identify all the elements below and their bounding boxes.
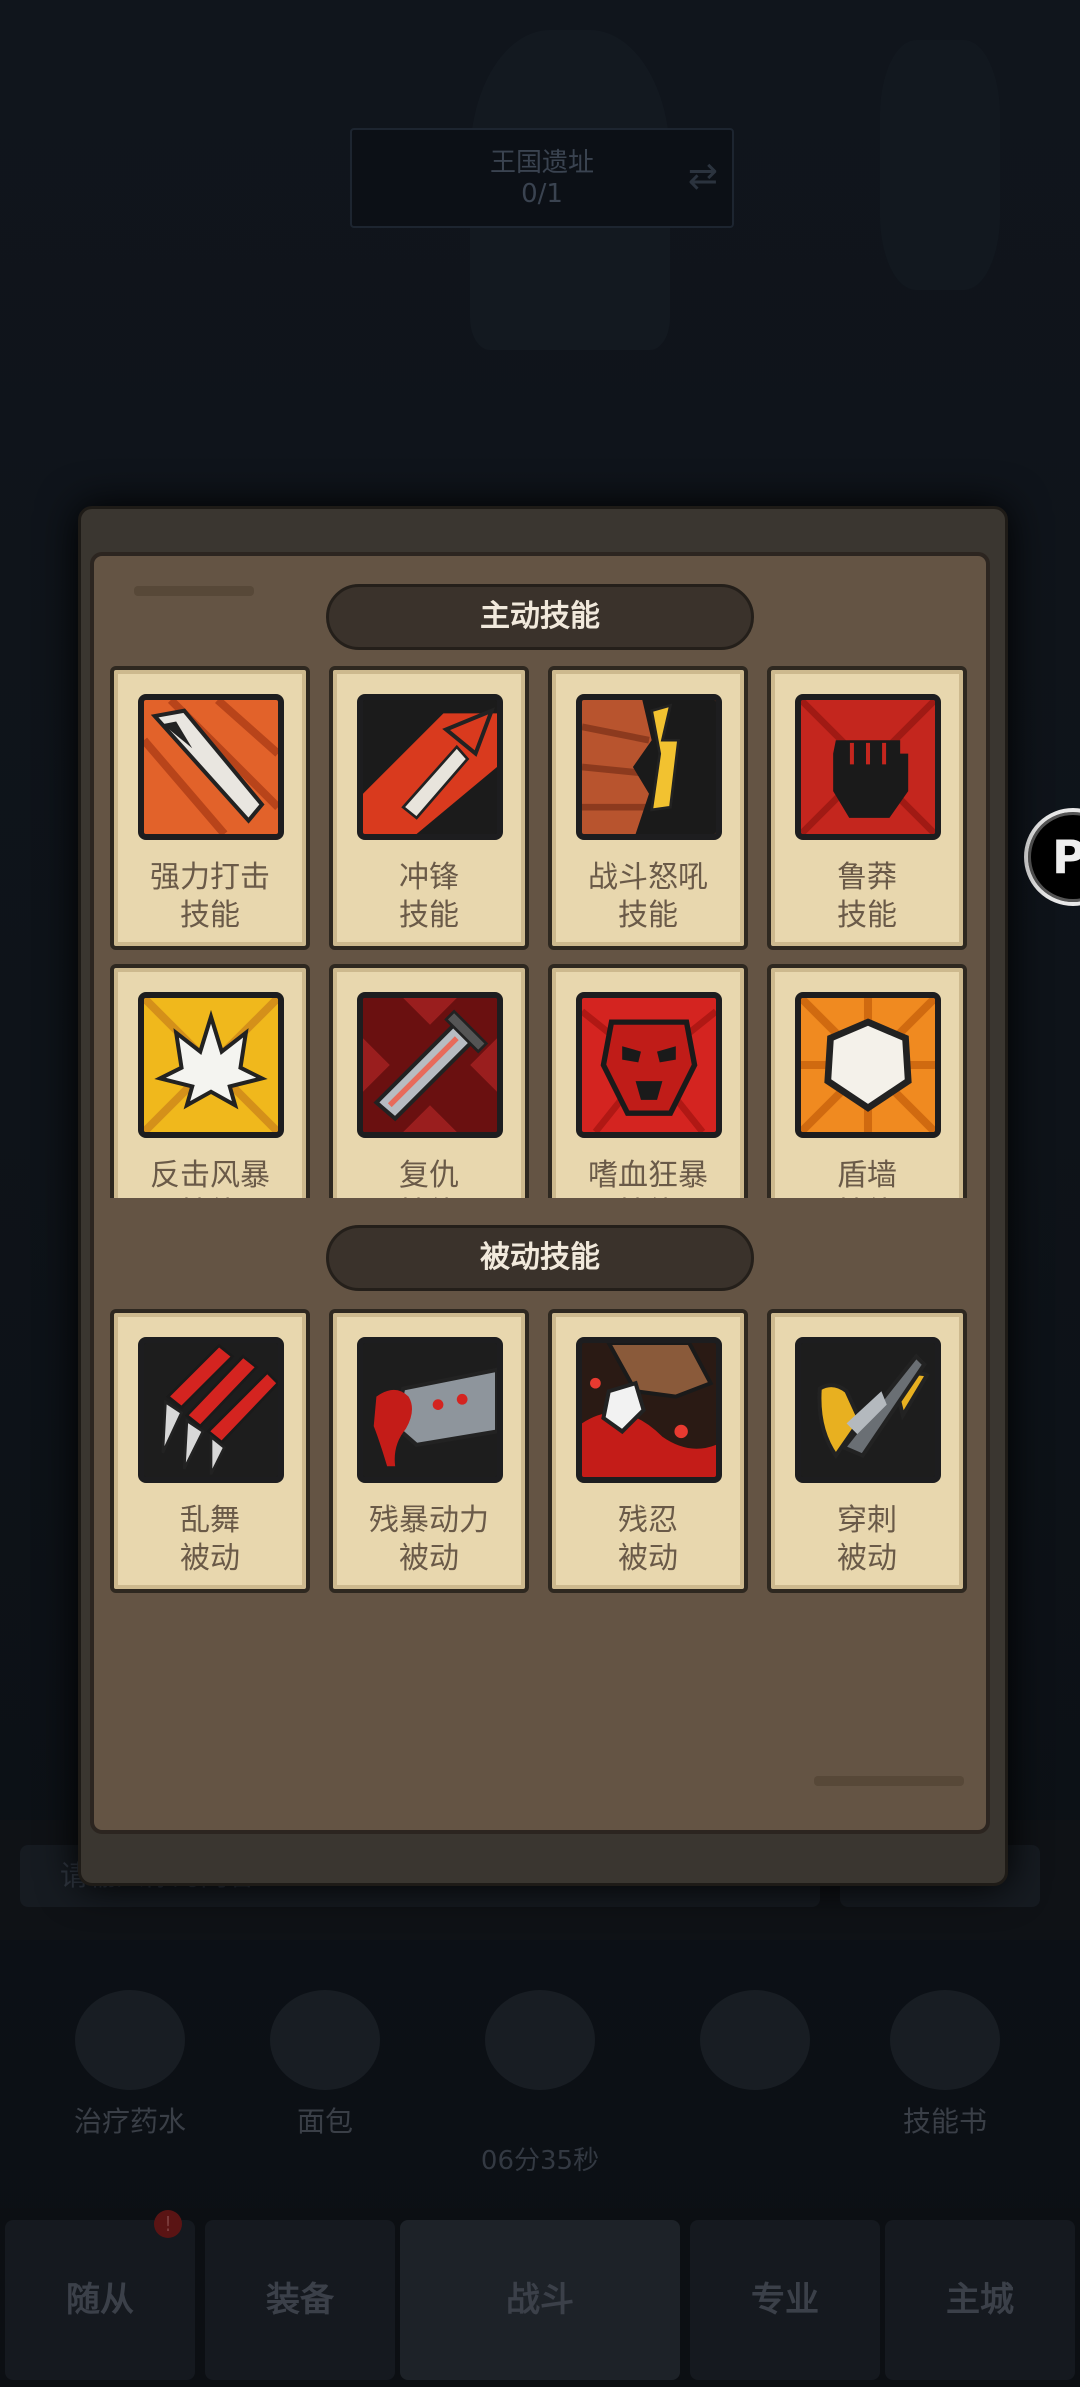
skill-type: 技能	[837, 898, 897, 933]
charge-arrow-icon	[363, 700, 497, 834]
skill-icon-frame	[576, 694, 722, 840]
chest-timer: 06分35秒	[480, 2146, 600, 2176]
nav-tab-followers: 随从	[5, 2220, 195, 2380]
counter-storm-icon	[144, 998, 278, 1132]
cruelty-bone-icon	[582, 1343, 716, 1477]
skill-type: 被动	[618, 1541, 678, 1576]
location-progress: 0/1	[521, 179, 563, 209]
skill-card-shield-wall[interactable]: 盾墙 技能	[767, 964, 967, 1198]
panel-scuff	[134, 586, 254, 596]
skill-icon-frame	[576, 992, 722, 1138]
notification-badge: !	[154, 2210, 182, 2238]
bread-icon	[270, 1990, 380, 2090]
skill-type: 被动	[399, 1541, 459, 1576]
nav-tab-battle: 战斗	[400, 2220, 680, 2380]
active-skills-header: 主动技能	[326, 584, 754, 650]
shield-wall-icon	[801, 998, 935, 1132]
passive-skills-header: 被动技能	[326, 1225, 754, 1291]
nav-tab-equipment: 装备	[205, 2220, 395, 2380]
skill-card-reckless[interactable]: 鲁莽 技能	[767, 666, 967, 950]
lock-icon	[700, 1990, 810, 2090]
skill-icon-frame	[138, 1337, 284, 1483]
skill-icon-frame	[795, 694, 941, 840]
skill-card-pierce[interactable]: 穿刺 被动	[767, 1309, 967, 1593]
skill-card-power-strike[interactable]: 强力打击 技能	[110, 666, 310, 950]
item-locked	[680, 1990, 830, 2100]
skill-card-revenge[interactable]: 复仇 技能	[329, 964, 529, 1198]
location-panel: 王国遗址 0/1 ⇄	[350, 128, 734, 228]
consumables-bar: 治疗药水 面包 技能书	[0, 1990, 1080, 2160]
swap-icon: ⇄	[687, 156, 718, 197]
book-icon	[890, 1990, 1000, 2090]
item-skill-book: 技能书	[870, 1990, 1020, 2140]
blood-rage-mask-icon	[582, 998, 716, 1132]
skill-type: 被动	[837, 1541, 897, 1576]
skill-type: 技能	[771, 1188, 963, 1198]
nav-tab-profession: 专业	[690, 2220, 880, 2380]
claw-flurry-icon	[144, 1343, 278, 1477]
skill-icon-frame	[138, 992, 284, 1138]
item-chest	[465, 1990, 615, 2100]
skill-type: 被动	[180, 1541, 240, 1576]
skill-icon-frame	[357, 1337, 503, 1483]
panel-scuff	[814, 1776, 964, 1786]
potion-icon	[75, 1990, 185, 2090]
skill-type: 技能	[333, 1188, 525, 1198]
active-skills-list[interactable]: 强力打击 技能 冲锋 技能 战斗怒吼 技能 鲁莽 技能 反击风暴 复仇 嗜血狂暴…	[90, 650, 990, 1198]
brutal-gauntlet-icon	[363, 1343, 497, 1477]
skill-type: 技能	[552, 1188, 744, 1198]
skill-icon-frame	[138, 694, 284, 840]
skill-card-blood-rage[interactable]: 嗜血狂暴 技能	[548, 964, 748, 1198]
sword-strike-icon	[144, 700, 278, 834]
skill-icon-frame	[357, 992, 503, 1138]
skill-icon-frame	[795, 992, 941, 1138]
skill-type: 技能	[180, 898, 240, 933]
item-heal-potion: 治疗药水	[55, 1990, 205, 2140]
skill-type: 技能	[399, 898, 459, 933]
pierce-spear-icon	[801, 1343, 935, 1477]
round-button-letter: P	[1052, 830, 1080, 884]
location-title: 王国遗址	[489, 148, 594, 178]
npc-silhouette	[880, 40, 1000, 290]
skill-card-brutal-power[interactable]: 残暴动力 被动	[329, 1309, 529, 1593]
skill-card-flurry[interactable]: 乱舞 被动	[110, 1309, 310, 1593]
skill-card-charge[interactable]: 冲锋 技能	[329, 666, 529, 950]
chest-icon	[485, 1990, 595, 2090]
fist-icon	[801, 700, 935, 834]
nav-tab-city: 主城	[885, 2220, 1075, 2380]
skill-type: 技能	[114, 1188, 306, 1198]
skill-card-battle-cry[interactable]: 战斗怒吼 技能	[548, 666, 748, 950]
skill-card-counter-storm[interactable]: 反击风暴 技能	[110, 964, 310, 1198]
skill-icon-frame	[576, 1337, 722, 1483]
skill-card-cruelty[interactable]: 残忍 被动	[548, 1309, 748, 1593]
skill-icon-frame	[357, 694, 503, 840]
revenge-sword-icon	[363, 998, 497, 1132]
skill-icon-frame	[795, 1337, 941, 1483]
skill-type: 技能	[618, 898, 678, 933]
battle-cry-icon	[582, 700, 716, 834]
item-bread: 面包	[250, 1990, 400, 2140]
